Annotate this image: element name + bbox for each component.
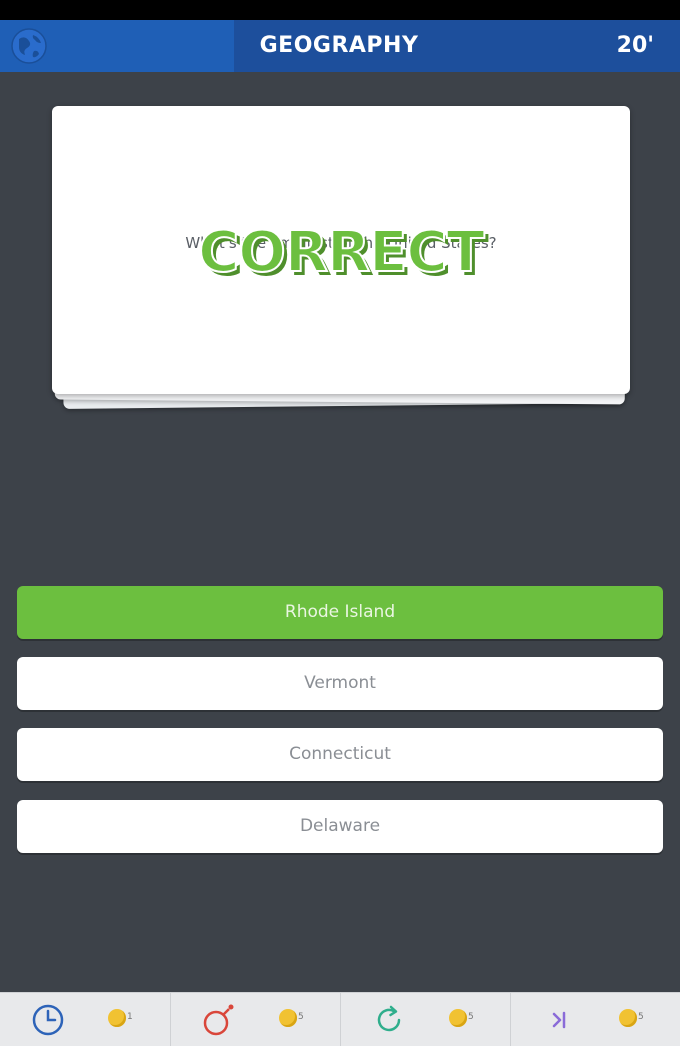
powerup-bar: 1 5 5 5 — [0, 992, 680, 1046]
coin-icon — [279, 1009, 297, 1027]
answer-button-2[interactable]: Vermont — [17, 657, 663, 710]
clock-icon — [32, 1004, 64, 1036]
powerup-cost: 1 — [127, 1012, 133, 1022]
correct-stamp: CORRECT — [197, 219, 486, 286]
status-bar — [0, 0, 680, 20]
timer-value: 20' — [616, 33, 654, 58]
powerup-cost: 5 — [298, 1012, 304, 1022]
category-title: GEOGRAPHY — [259, 33, 419, 58]
powerup-cost: 5 — [638, 1012, 644, 1022]
answer-button-3[interactable]: Connecticut — [17, 728, 663, 781]
skip-icon — [552, 1011, 566, 1029]
answer-button-1[interactable]: Rhode Island — [17, 586, 663, 639]
header-bar: GEOGRAPHY 20' — [0, 20, 680, 72]
globe-icon — [11, 28, 47, 64]
powerup-bomb[interactable]: 5 — [170, 993, 340, 1046]
coin-icon — [619, 1009, 637, 1027]
bomb-icon — [203, 1004, 234, 1036]
powerup-extra-time[interactable]: 1 — [0, 993, 169, 1046]
answer-button-4[interactable]: Delaware — [17, 800, 663, 853]
powerup-refresh[interactable]: 5 — [340, 993, 510, 1046]
question-card: What's the smallest of the United States… — [52, 106, 630, 394]
category-block — [0, 20, 234, 72]
coin-icon — [108, 1009, 126, 1027]
coin-icon — [449, 1009, 467, 1027]
powerup-skip[interactable]: 5 — [510, 993, 680, 1046]
refresh-icon — [377, 1005, 401, 1032]
powerup-cost: 5 — [468, 1012, 474, 1022]
